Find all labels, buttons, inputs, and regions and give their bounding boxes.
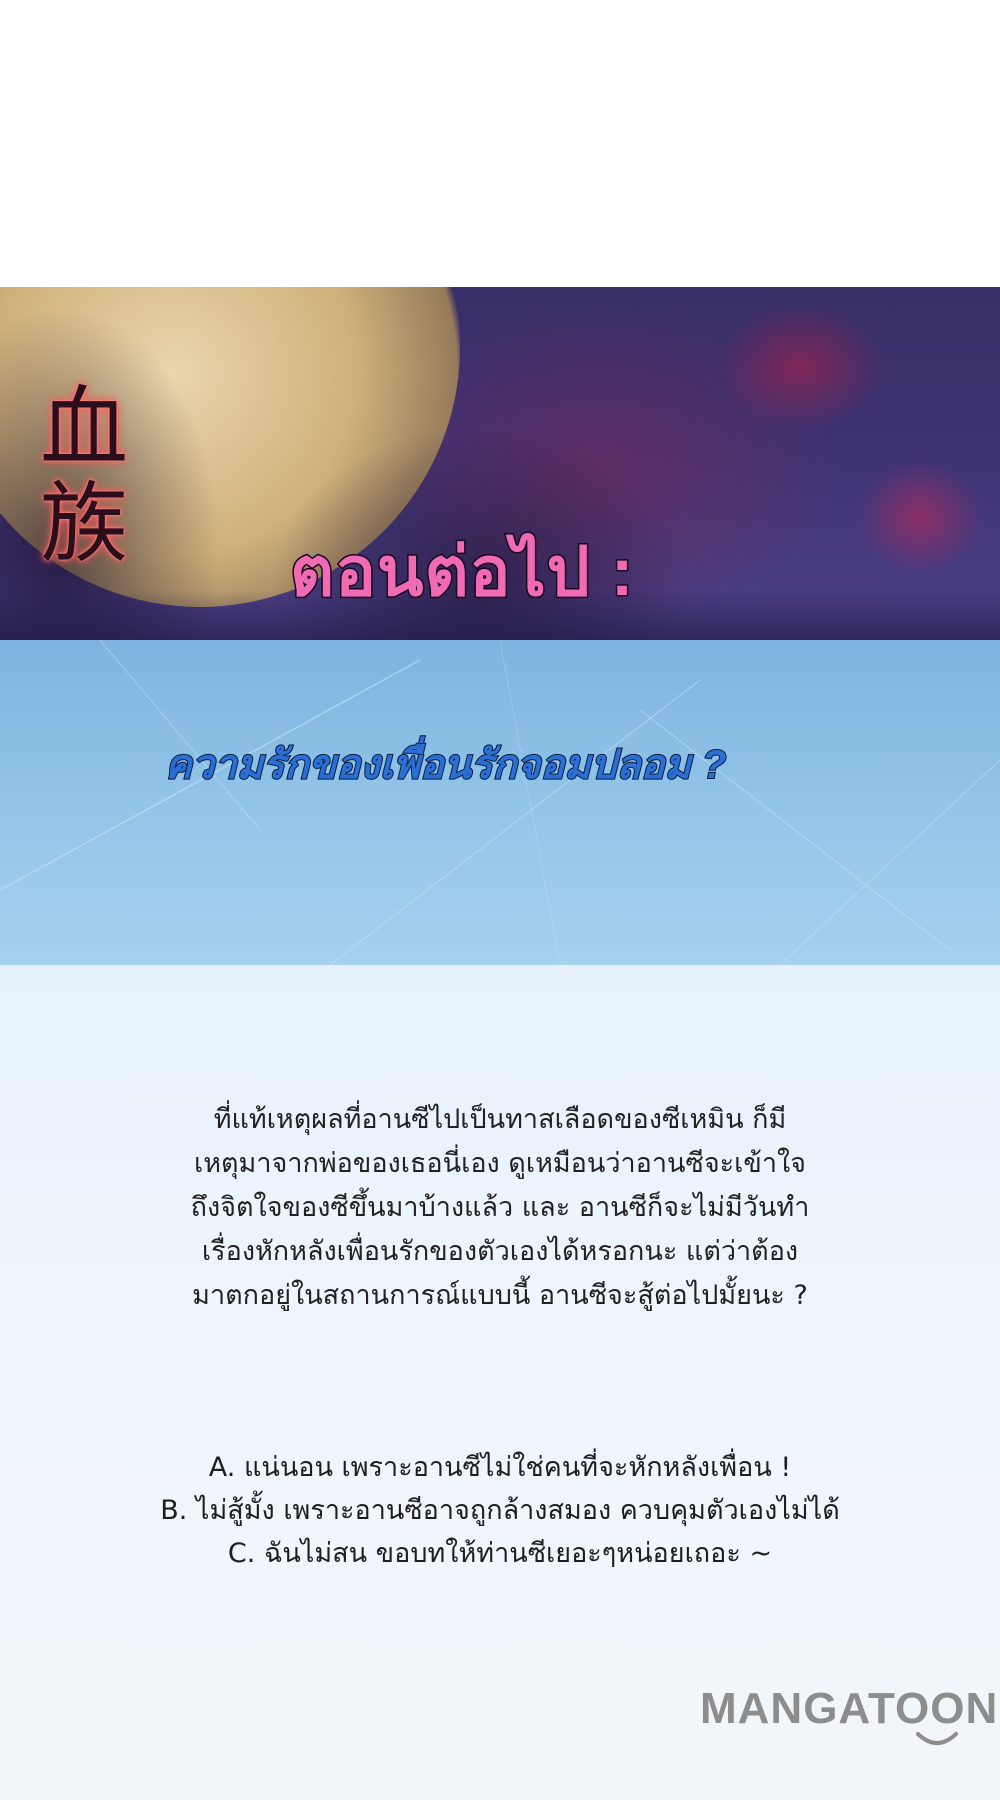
option-a: A. แน่นอน เพราะอานซีไม่ใช่คนที่จะหักหลัง… — [208, 1452, 792, 1483]
series-logo: 血 族 — [40, 380, 170, 572]
sky-band: ความรักของเพื่อนรักจอมปลอม ? — [0, 640, 1000, 965]
story-line: เหตุมาจากพ่อของเธอนี่เอง ดูเหมือนว่าอานซ… — [194, 1148, 806, 1179]
episode-subtitle: ความรักของเพื่อนรักจอมปลอม ? — [164, 742, 727, 788]
night-moon-banner: 血 族 ตอนต่อไป : — [0, 287, 1000, 640]
story-line: ที่แท้เหตุผลที่อานซีไปเป็นทาสเลือดของซีเ… — [213, 1104, 787, 1135]
poll-options: A. แน่นอน เพราะอานซีไม่ใช่คนที่จะหักหลัง… — [0, 1446, 1000, 1575]
sky-light-streaks — [0, 640, 1000, 965]
story-line: มาตกอยู่ในสถานการณ์แบบนี้ อานซีจะสู้ต่อไ… — [192, 1280, 808, 1311]
option-c: C. ฉันไม่สน ขอบทให้ท่านซีเยอะๆหน่อยเถอะ … — [227, 1538, 773, 1569]
watermark-smile-icon — [916, 1732, 958, 1745]
story-line: เรื่องหักหลังเพื่อนรักของตัวเองได้หรอกนะ… — [201, 1236, 799, 1267]
logo-char-2: 族 — [40, 472, 129, 575]
story-summary: ที่แท้เหตุผลที่อานซีไปเป็นทาสเลือดของซีเ… — [0, 1098, 1000, 1318]
next-episode-title: ตอนต่อไป : — [288, 533, 635, 612]
story-line: ถึงจิตใจของซีขึ้นมาบ้างแล้ว และ อานซีก็จ… — [190, 1192, 810, 1223]
logo-char-1: 血 — [40, 376, 129, 479]
option-b: B. ไม่สู้มั้ง เพราะอานซีอาจถูกล้างสมอง ค… — [160, 1495, 840, 1526]
top-blank-space — [0, 0, 1000, 287]
mangatoon-watermark: MANGATOON — [700, 1684, 999, 1733]
story-body-background — [0, 965, 1000, 1800]
